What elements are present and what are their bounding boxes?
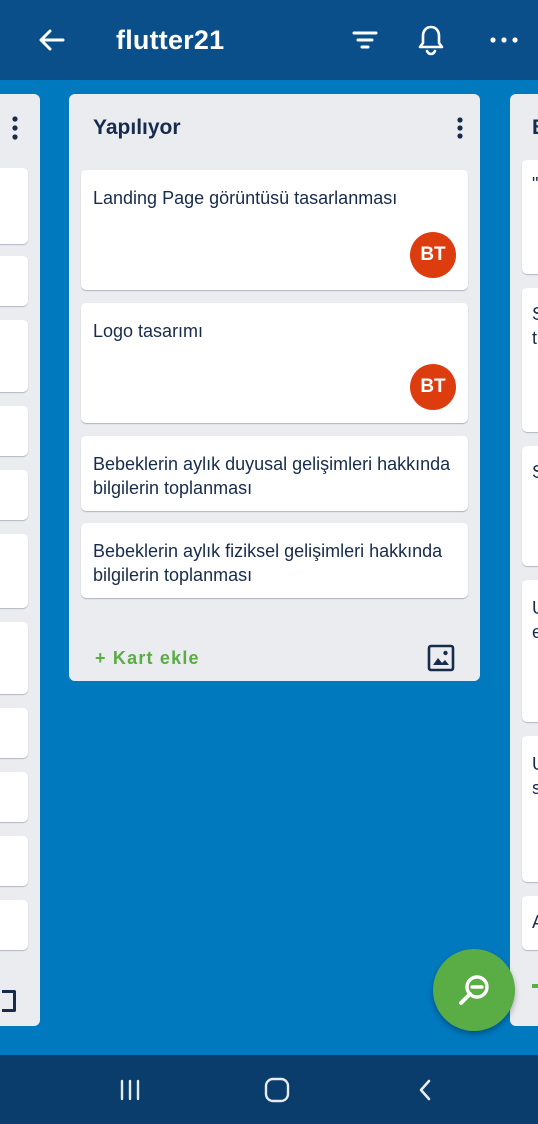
list-menu-icon[interactable] — [8, 114, 22, 142]
list-next-partial[interactable]: B " S t S U e U s A — [510, 94, 538, 1026]
home-icon[interactable] — [257, 1072, 297, 1108]
card-text-partial: S t — [532, 304, 538, 348]
filter-icon[interactable] — [348, 22, 382, 58]
bell-icon[interactable] — [414, 20, 448, 60]
card[interactable]: Landing Page görüntüsü tasarlanması BT — [81, 170, 468, 290]
card-partial[interactable] — [0, 622, 28, 694]
card-text-partial: U e — [532, 598, 538, 642]
card-title: Bebeklerin aylık fiziksel gelişimleri ha… — [93, 541, 443, 585]
add-card-button[interactable]: + Kart ekle — [95, 646, 200, 670]
member-avatar: BT — [410, 364, 456, 410]
card-partial[interactable]: " — [522, 160, 538, 274]
card-text-partial: U s — [532, 754, 538, 798]
card-partial[interactable] — [0, 320, 28, 392]
app-bar: flutter21 — [0, 0, 538, 80]
card-partial[interactable]: S — [522, 446, 538, 566]
card-partial[interactable] — [0, 256, 28, 306]
card-text-partial: " — [532, 174, 538, 194]
board-area[interactable]: Yapılıyor Landing Page görüntüsü tasarla… — [0, 80, 538, 1055]
card-partial[interactable] — [0, 708, 28, 758]
zoom-search-button[interactable] — [433, 949, 515, 1031]
add-card-partial[interactable] — [532, 984, 538, 988]
card-partial[interactable] — [0, 168, 28, 244]
back-icon[interactable] — [405, 1072, 445, 1108]
card-text-partial: A — [532, 910, 538, 934]
card[interactable]: Bebeklerin aylık duyusal gelişimleri hak… — [81, 436, 468, 511]
card-title: Landing Page görüntüsü tasarlanması — [93, 188, 398, 208]
zoom-search-icon — [459, 975, 489, 1005]
back-arrow-icon[interactable] — [36, 22, 68, 58]
card-partial[interactable] — [0, 470, 28, 520]
card-text-partial: S — [532, 460, 538, 484]
image-icon-partial[interactable] — [2, 990, 16, 1012]
list-previous-partial[interactable] — [0, 94, 40, 1026]
more-icon[interactable] — [486, 22, 522, 58]
system-nav-bar — [0, 1055, 538, 1124]
card-title: Logo tasarımı — [93, 321, 204, 341]
card-partial[interactable]: S t — [522, 288, 538, 432]
board-title: flutter21 — [116, 25, 225, 55]
card-title: Bebeklerin aylık duyusal gelişimleri hak… — [93, 454, 451, 498]
card-partial[interactable]: A — [522, 896, 538, 950]
list-title-partial: B — [532, 116, 538, 140]
list-menu-icon[interactable] — [449, 114, 471, 142]
card-partial[interactable] — [0, 900, 28, 950]
image-icon[interactable] — [427, 644, 455, 672]
card-partial[interactable] — [0, 772, 28, 822]
recent-apps-icon[interactable] — [110, 1072, 150, 1108]
card-partial[interactable]: U s — [522, 736, 538, 882]
list-yapiliyor: Yapılıyor Landing Page görüntüsü tasarla… — [69, 94, 480, 681]
card-partial[interactable]: U e — [522, 580, 538, 722]
card-partial[interactable] — [0, 406, 28, 456]
list-title[interactable]: Yapılıyor — [93, 114, 181, 142]
card[interactable]: Bebeklerin aylık fiziksel gelişimleri ha… — [81, 523, 468, 598]
card-partial[interactable] — [0, 534, 28, 608]
card[interactable]: Logo tasarımı BT — [81, 303, 468, 423]
member-avatar: BT — [410, 232, 456, 278]
card-partial[interactable] — [0, 836, 28, 886]
